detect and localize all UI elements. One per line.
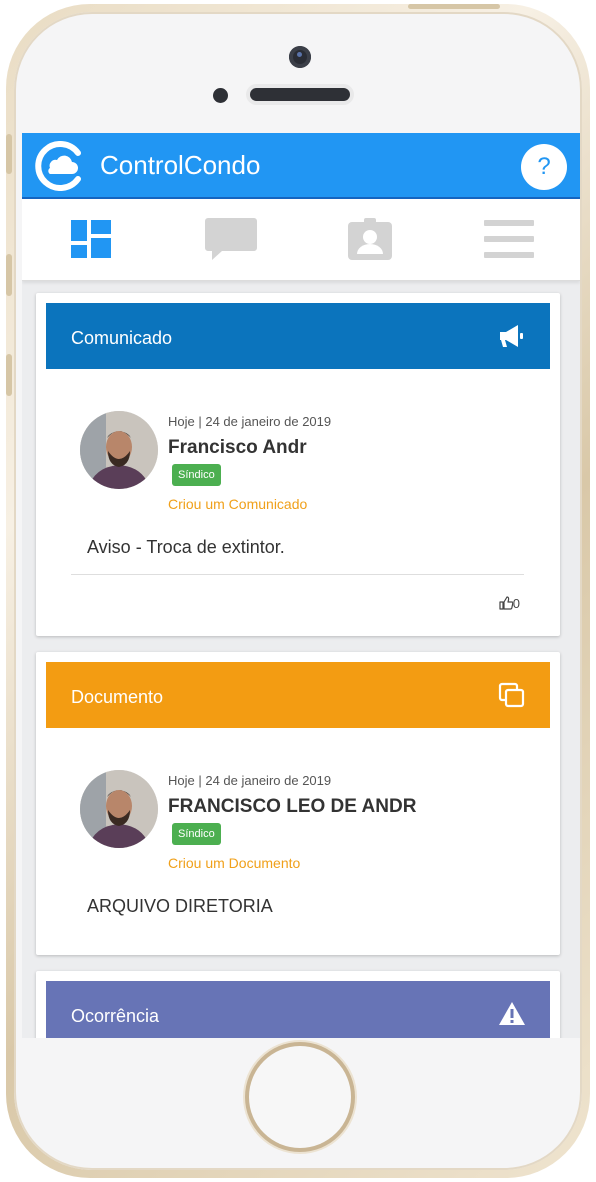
card-header: Ocorrência <box>46 981 550 1038</box>
card-type-label: Comunicado <box>71 328 173 348</box>
role-badge: Síndico <box>172 823 221 845</box>
card-type-label: Documento <box>71 687 164 707</box>
like-button[interactable]: 0 <box>499 596 520 612</box>
app-title: ControlCondo <box>100 150 261 180</box>
nav-item-chat[interactable] <box>161 199 300 279</box>
dashboard-icon <box>70 220 111 258</box>
volume-up-button <box>6 254 12 296</box>
bottom-nav <box>22 199 580 281</box>
avatar <box>80 411 158 489</box>
feed-card-documento[interactable]: Documento Hoje | 24 de janeiro de 2019 F… <box>36 652 560 955</box>
post-action: Criou um Documento <box>168 855 301 871</box>
thumbs-up-icon <box>499 596 514 610</box>
card-type-label: Ocorrência <box>71 1006 160 1026</box>
role-badge: Síndico <box>172 464 221 486</box>
card-header: Documento <box>46 662 550 728</box>
post-action: Criou um Comunicado <box>168 496 308 512</box>
app-screen: ControlCondo ? Comunicado Hoje | 24 de j… <box>22 133 580 1038</box>
menu-icon <box>483 220 534 258</box>
card-header: Comunicado <box>46 303 550 369</box>
avatar <box>80 770 158 848</box>
home-button[interactable] <box>249 1046 351 1148</box>
nav-item-dashboard[interactable] <box>22 199 161 279</box>
proximity-sensor <box>213 88 228 103</box>
power-button <box>408 4 500 9</box>
post-date: Hoje | 24 de janeiro de 2019 <box>168 414 332 429</box>
front-camera <box>289 46 311 68</box>
mute-switch <box>6 134 12 174</box>
avatar-photo <box>80 770 158 848</box>
post-text: Aviso - Troca de extintor. <box>87 537 285 557</box>
author-name: Francisco Andr <box>168 437 307 458</box>
feed-card-comunicado[interactable]: Comunicado Hoje | 24 de janeiro de 2019 … <box>36 293 560 636</box>
controlcondo-logo-icon <box>35 141 81 191</box>
app-header: ControlCondo ? <box>22 133 580 199</box>
documents-icon <box>498 682 525 708</box>
volume-down-button <box>6 354 12 396</box>
nav-item-contacts[interactable] <box>300 199 439 279</box>
help-button[interactable]: ? <box>521 144 567 190</box>
nav-item-menu[interactable] <box>439 199 578 279</box>
like-count: 0 <box>512 596 520 611</box>
feed-card-ocorrencia[interactable]: Ocorrência <box>36 971 560 1038</box>
chat-icon <box>204 218 257 260</box>
avatar-photo <box>80 411 158 489</box>
post-date: Hoje | 24 de janeiro de 2019 <box>168 773 332 788</box>
warning-icon <box>499 1002 525 1025</box>
megaphone-icon <box>500 325 523 347</box>
earpiece-speaker <box>250 88 350 101</box>
divider <box>71 574 524 575</box>
post-text: ARQUIVO DIRETORIA <box>87 896 273 916</box>
contact-card-icon <box>347 218 392 260</box>
author-name: FRANCISCO LEO DE ANDR <box>168 796 417 817</box>
